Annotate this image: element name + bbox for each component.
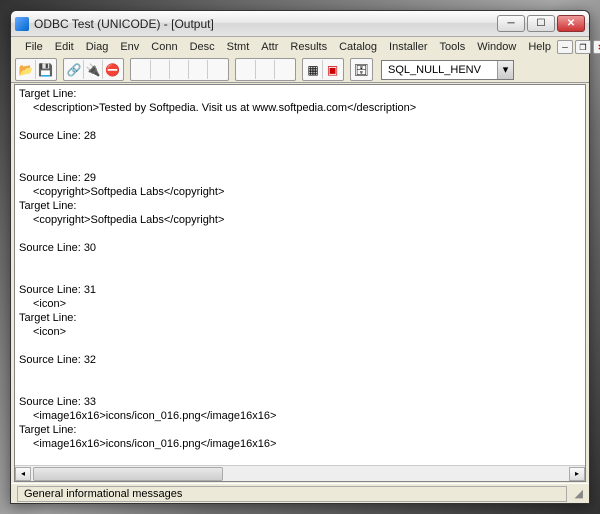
output-line xyxy=(19,115,581,129)
main-window: ODBC Test (UNICODE) - [Output] ─ ☐ ✕ Fil… xyxy=(10,10,590,504)
save-icon: 💾 xyxy=(38,63,53,77)
toolbar: 📂 💾 🔗 🔌 ⛔ ▦ ▣ 🗄 SQL_NULL_HENV xyxy=(11,57,589,83)
toolbar-btn-6[interactable] xyxy=(237,60,256,79)
toolbar-btn-3[interactable] xyxy=(170,60,189,79)
menu-installer[interactable]: Installer xyxy=(383,39,434,55)
output-line xyxy=(19,255,581,269)
output-line: <image16x16>icons/icon_016.png</image16x… xyxy=(19,409,581,423)
output-line xyxy=(19,381,581,395)
scroll-right-button[interactable]: ▸ xyxy=(569,467,585,481)
output-line: Source Line: 32 xyxy=(19,353,581,367)
output-line xyxy=(19,157,581,171)
menu-file[interactable]: File xyxy=(19,39,49,55)
app-icon xyxy=(15,17,29,31)
connect2-icon: 🔌 xyxy=(86,63,101,77)
toolbar-grid-button[interactable]: ▦ xyxy=(304,60,323,79)
toolbar-error-button[interactable]: ▣ xyxy=(323,60,342,79)
menu-diag[interactable]: Diag xyxy=(80,39,115,55)
menu-edit[interactable]: Edit xyxy=(49,39,80,55)
toolbar-open-button[interactable]: 📂 xyxy=(17,60,36,79)
output-line: Source Line: 30 xyxy=(19,241,581,255)
menu-catalog[interactable]: Catalog xyxy=(333,39,383,55)
toolbar-btn-2[interactable] xyxy=(151,60,170,79)
output-line xyxy=(19,227,581,241)
chevron-down-icon: ▾ xyxy=(497,61,513,79)
folder-open-icon: 📂 xyxy=(19,63,34,77)
disconnect-icon: ⛔ xyxy=(105,63,120,77)
output-pane[interactable]: Target Line:<description>Tested by Softp… xyxy=(14,84,586,482)
toolbar-btn-7[interactable] xyxy=(256,60,275,79)
toolbar-db-button[interactable]: 🗄 xyxy=(352,60,371,79)
toolbar-btn-1[interactable] xyxy=(132,60,151,79)
menu-window[interactable]: Window xyxy=(471,39,522,55)
mdi-minimize-button[interactable]: ─ xyxy=(557,40,573,54)
output-line: Source Line: 31 xyxy=(19,283,581,297)
handle-dropdown-value: SQL_NULL_HENV xyxy=(382,64,497,76)
close-button[interactable]: ✕ xyxy=(557,15,585,32)
output-line: <description>Tested by Softpedia. Visit … xyxy=(19,101,581,115)
titlebar[interactable]: ODBC Test (UNICODE) - [Output] ─ ☐ ✕ xyxy=(11,11,589,37)
output-line: <copyright>Softpedia Labs</copyright> xyxy=(19,185,581,199)
menu-results[interactable]: Results xyxy=(284,39,333,55)
menubar: File Edit Diag Env Conn Desc Stmt Attr R… xyxy=(11,37,589,57)
menu-attr[interactable]: Attr xyxy=(255,39,284,55)
menu-desc[interactable]: Desc xyxy=(184,39,221,55)
menu-help[interactable]: Help xyxy=(522,39,557,55)
mdi-restore-button[interactable]: ❐ xyxy=(575,40,591,54)
toolbar-fullconnect-button[interactable]: 🔌 xyxy=(84,60,103,79)
output-line: Source Line: 33 xyxy=(19,395,581,409)
output-line xyxy=(19,269,581,283)
grid-icon: ▦ xyxy=(307,63,318,77)
minimize-button[interactable]: ─ xyxy=(497,15,525,32)
output-line xyxy=(19,143,581,157)
output-line: Target Line: xyxy=(19,199,581,213)
toolbar-btn-5[interactable] xyxy=(208,60,227,79)
output-line xyxy=(19,339,581,353)
connect-icon: 🔗 xyxy=(67,63,82,77)
toolbar-disconnect-button[interactable]: ⛔ xyxy=(103,60,122,79)
output-line: Target Line: xyxy=(19,311,581,325)
toolbar-save-button[interactable]: 💾 xyxy=(36,60,55,79)
output-line xyxy=(19,367,581,381)
handle-dropdown[interactable]: SQL_NULL_HENV ▾ xyxy=(381,60,514,80)
menu-stmt[interactable]: Stmt xyxy=(221,39,256,55)
database-icon: 🗄 xyxy=(354,63,369,77)
output-line: <icon> xyxy=(19,325,581,339)
mdi-close-button[interactable]: ✕ xyxy=(593,40,600,54)
output-line: Source Line: 29 xyxy=(19,171,581,185)
output-line: <image16x16>icons/icon_016.png</image16x… xyxy=(19,437,581,451)
menu-conn[interactable]: Conn xyxy=(145,39,183,55)
scroll-left-button[interactable]: ◂ xyxy=(15,467,31,481)
output-line: Source Line: 28 xyxy=(19,129,581,143)
toolbar-btn-4[interactable] xyxy=(189,60,208,79)
menu-env[interactable]: Env xyxy=(114,39,145,55)
window-title: ODBC Test (UNICODE) - [Output] xyxy=(34,17,495,31)
maximize-button[interactable]: ☐ xyxy=(527,15,555,32)
menu-tools[interactable]: Tools xyxy=(434,39,472,55)
scroll-thumb[interactable] xyxy=(33,467,223,481)
output-line: Target Line: xyxy=(19,423,581,437)
resize-grip-icon[interactable]: ◢ xyxy=(567,487,583,500)
error-icon: ▣ xyxy=(327,63,338,77)
horizontal-scrollbar[interactable]: ◂ ▸ xyxy=(15,465,585,481)
status-message: General informational messages xyxy=(17,486,567,502)
output-line: <icon> xyxy=(19,297,581,311)
toolbar-btn-8[interactable] xyxy=(275,60,294,79)
output-line xyxy=(19,451,581,465)
output-line: <copyright>Softpedia Labs</copyright> xyxy=(19,213,581,227)
toolbar-connect-button[interactable]: 🔗 xyxy=(65,60,84,79)
statusbar: General informational messages ◢ xyxy=(11,483,589,503)
output-line: Target Line: xyxy=(19,87,581,101)
